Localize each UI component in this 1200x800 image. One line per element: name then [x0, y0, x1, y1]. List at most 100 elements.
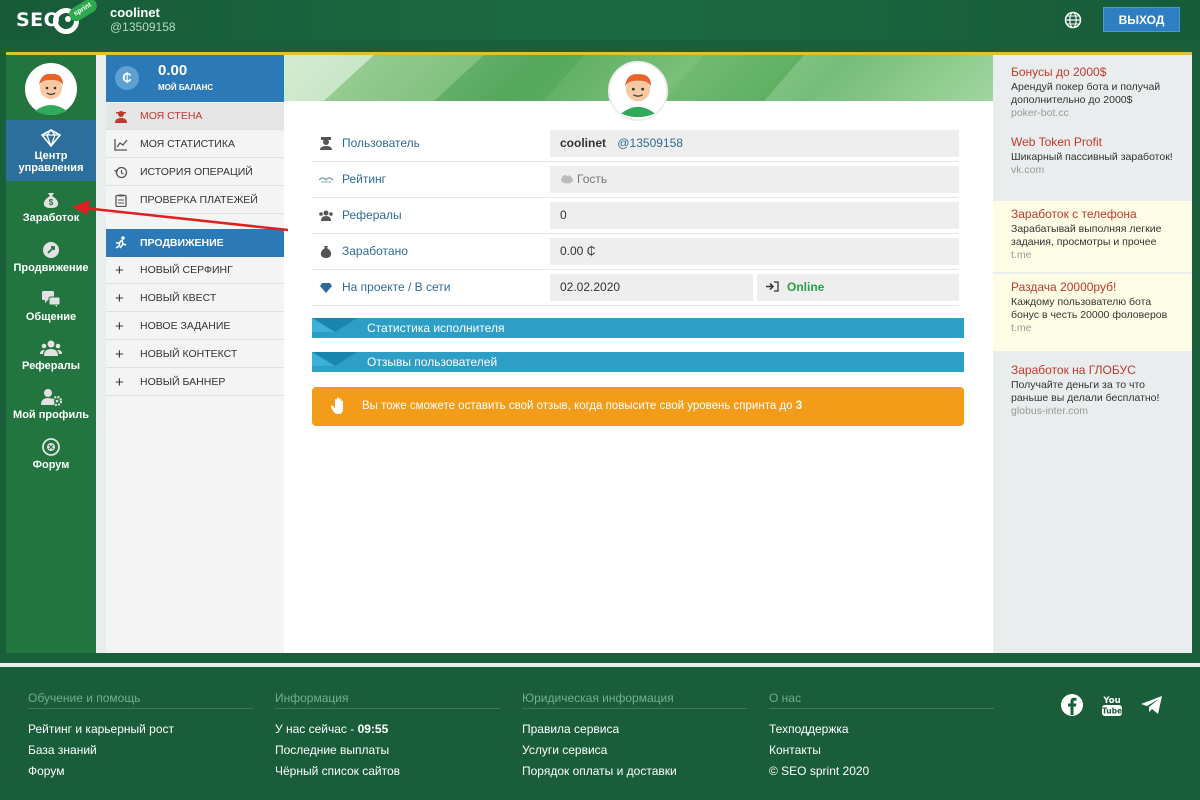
hand-icon: [330, 397, 343, 414]
globe-icon[interactable]: [1064, 11, 1082, 29]
chart-icon: [114, 139, 128, 151]
ad-title[interactable]: Раздача 20000руб!: [1011, 281, 1180, 294]
menu-item-promotion[interactable]: Продвижение: [106, 229, 284, 257]
referrals-icon: [319, 210, 333, 221]
chevron-down-icon: [312, 352, 357, 366]
ad-url[interactable]: t.me: [1011, 249, 1180, 262]
youtube-you-text: You: [1102, 696, 1120, 706]
sidebar-item-profile[interactable]: Мой профиль: [6, 388, 96, 421]
profile-gear-icon: [41, 389, 62, 406]
accordion-performer-stats[interactable]: Статистика исполнителя: [312, 318, 964, 338]
ad-title[interactable]: Бонусы до 2000$: [1011, 66, 1180, 79]
info-row-earned: Заработано 0.00 ₵: [312, 238, 959, 265]
users-icon: [40, 340, 62, 356]
ad-item[interactable]: Заработок с телефона Зарабатывай выполня…: [993, 201, 1192, 272]
footer-link[interactable]: Порядок оплаты и доставки: [522, 761, 747, 782]
cloud-icon: [561, 175, 573, 184]
ad-item[interactable]: Раздача 20000руб! Каждому пользователю б…: [993, 274, 1192, 351]
chevron-down-icon: [312, 318, 357, 332]
row-divider: [312, 305, 959, 306]
ad-url[interactable]: poker-bot.cc: [1011, 107, 1180, 120]
row-label: Рефералы: [342, 208, 402, 222]
menu-item-label: Моя статистика: [140, 138, 235, 150]
ad-url[interactable]: globus-inter.com: [1011, 405, 1180, 418]
ad-title[interactable]: Заработок с телефона: [1011, 208, 1180, 221]
time-value: 09:55: [357, 722, 389, 736]
footer-column-info: Информация У нас сейчас - 09:55 Последни…: [275, 691, 500, 782]
footer-link[interactable]: Чёрный список сайтов: [275, 761, 500, 782]
ad-item[interactable]: Заработок на ГЛОБУС Получайте деньги за …: [993, 357, 1192, 427]
profile-username: coolinet: [560, 136, 607, 150]
profile-joined: 02.02.2020: [550, 274, 753, 301]
menu-item-new-quest[interactable]: + Новый квест: [106, 285, 284, 312]
footer-link[interactable]: Контакты: [769, 740, 994, 761]
sidebar-item-chat[interactable]: Общение: [6, 290, 96, 323]
footer-link[interactable]: Правила сервиса: [522, 719, 747, 740]
menu-item-new-task[interactable]: + Новое задание: [106, 313, 284, 340]
header-username[interactable]: coolinet: [110, 5, 176, 20]
sidebar-item-label: Мой профиль: [13, 409, 89, 421]
menu-item-label: Новый баннер: [140, 376, 226, 388]
footer-link[interactable]: Последние выплаты: [275, 740, 500, 761]
footer-link[interactable]: Услуги сервиса: [522, 740, 747, 761]
ad-title[interactable]: Заработок на ГЛОБУС: [1011, 364, 1180, 377]
menu-item-statistics[interactable]: Моя статистика: [106, 131, 284, 158]
footer-heading: Информация: [275, 691, 500, 709]
rocket-icon: [43, 242, 59, 258]
footer-current-time: У нас сейчас - 09:55: [275, 719, 500, 740]
profile-avatar[interactable]: [608, 61, 668, 121]
running-man-icon: [115, 236, 127, 249]
youtube-tube-text: Tube: [1102, 707, 1122, 716]
telegram-icon[interactable]: [1140, 693, 1164, 717]
menu-item-label: Новое задание: [140, 320, 231, 332]
online-status: Online: [787, 280, 825, 294]
dashboard-icon: [40, 129, 62, 147]
menu-item-history[interactable]: История операций: [106, 159, 284, 186]
balance-label: МОЙ БАЛАНС: [158, 83, 214, 92]
footer-link[interactable]: База знаний: [28, 740, 253, 761]
info-row-user: Пользователь coolinet @13509158: [312, 130, 959, 157]
sidebar-item-referrals[interactable]: Рефералы: [6, 339, 96, 372]
logout-button[interactable]: ВЫХОД: [1103, 7, 1180, 32]
user-icon: [320, 137, 332, 150]
ad-url[interactable]: t.me: [1011, 322, 1180, 335]
accordion-label: Отзывы пользователей: [367, 355, 498, 369]
footer: Обучение и помощь Рейтинг и карьерный ро…: [0, 667, 1200, 800]
footer-column-help: Обучение и помощь Рейтинг и карьерный ро…: [28, 691, 253, 782]
info-row-joined: На проекте / В сети 02.02.2020 Online: [312, 274, 959, 301]
sidebar-item-label: Общение: [25, 311, 77, 323]
facebook-icon[interactable]: [1060, 693, 1084, 717]
ad-item[interactable]: Бонусы до 2000$ Арендуй покер бота и пол…: [993, 59, 1192, 129]
accordion-label: Статистика исполнителя: [367, 321, 505, 335]
footer-column-legal: Юридическая информация Правила сервиса У…: [522, 691, 747, 782]
ad-url[interactable]: vk.com: [1011, 164, 1180, 177]
profile-earned: 0.00 ₵: [550, 238, 959, 265]
ad-text: Шикарный пассивный заработок!: [1011, 151, 1173, 163]
footer-link[interactable]: Техподдержка: [769, 719, 994, 740]
balance-box[interactable]: ₵ 0.00 МОЙ БАЛАНС: [106, 55, 284, 102]
menu-item-new-context[interactable]: + Новый контекст: [106, 341, 284, 368]
menu-item-my-wall[interactable]: Моя стена: [106, 103, 284, 130]
sidebar-item-forum[interactable]: Форум: [6, 438, 96, 471]
ad-title[interactable]: Web Token Profit: [1011, 136, 1180, 149]
menu-item-new-banner[interactable]: + Новый баннер: [106, 369, 284, 396]
sign-in-icon: [766, 281, 779, 292]
footer-link[interactable]: Форум: [28, 761, 253, 782]
footer-heading: Юридическая информация: [522, 691, 747, 709]
sidebar-item-promotion[interactable]: Продвижение: [6, 241, 96, 274]
accordion-user-reviews[interactable]: Отзывы пользователей: [312, 352, 964, 372]
value-box: coolinet @13509158: [550, 130, 959, 157]
profile-panel: Пользователь coolinet @13509158 Рейтинг …: [284, 55, 993, 653]
sidebar-item-label: Продвижение: [13, 262, 89, 274]
sidebar-item-dashboard[interactable]: Центр управления: [6, 120, 96, 181]
seosprint-logo[interactable]: SEO sprint: [16, 0, 100, 36]
sidebar-avatar[interactable]: [25, 63, 77, 115]
menu-item-new-surfing[interactable]: + Новый серфинг: [106, 257, 284, 284]
notice-level: 3: [795, 400, 803, 412]
menu-item-label: Новый квест: [140, 292, 217, 304]
footer-link[interactable]: Рейтинг и карьерный рост: [28, 719, 253, 740]
menu-item-label: История операций: [140, 166, 253, 178]
youtube-icon[interactable]: You Tube: [1100, 693, 1124, 717]
ad-item[interactable]: Web Token Profit Шикарный пассивный зара…: [993, 129, 1192, 201]
online-status-box: Online: [757, 274, 959, 301]
